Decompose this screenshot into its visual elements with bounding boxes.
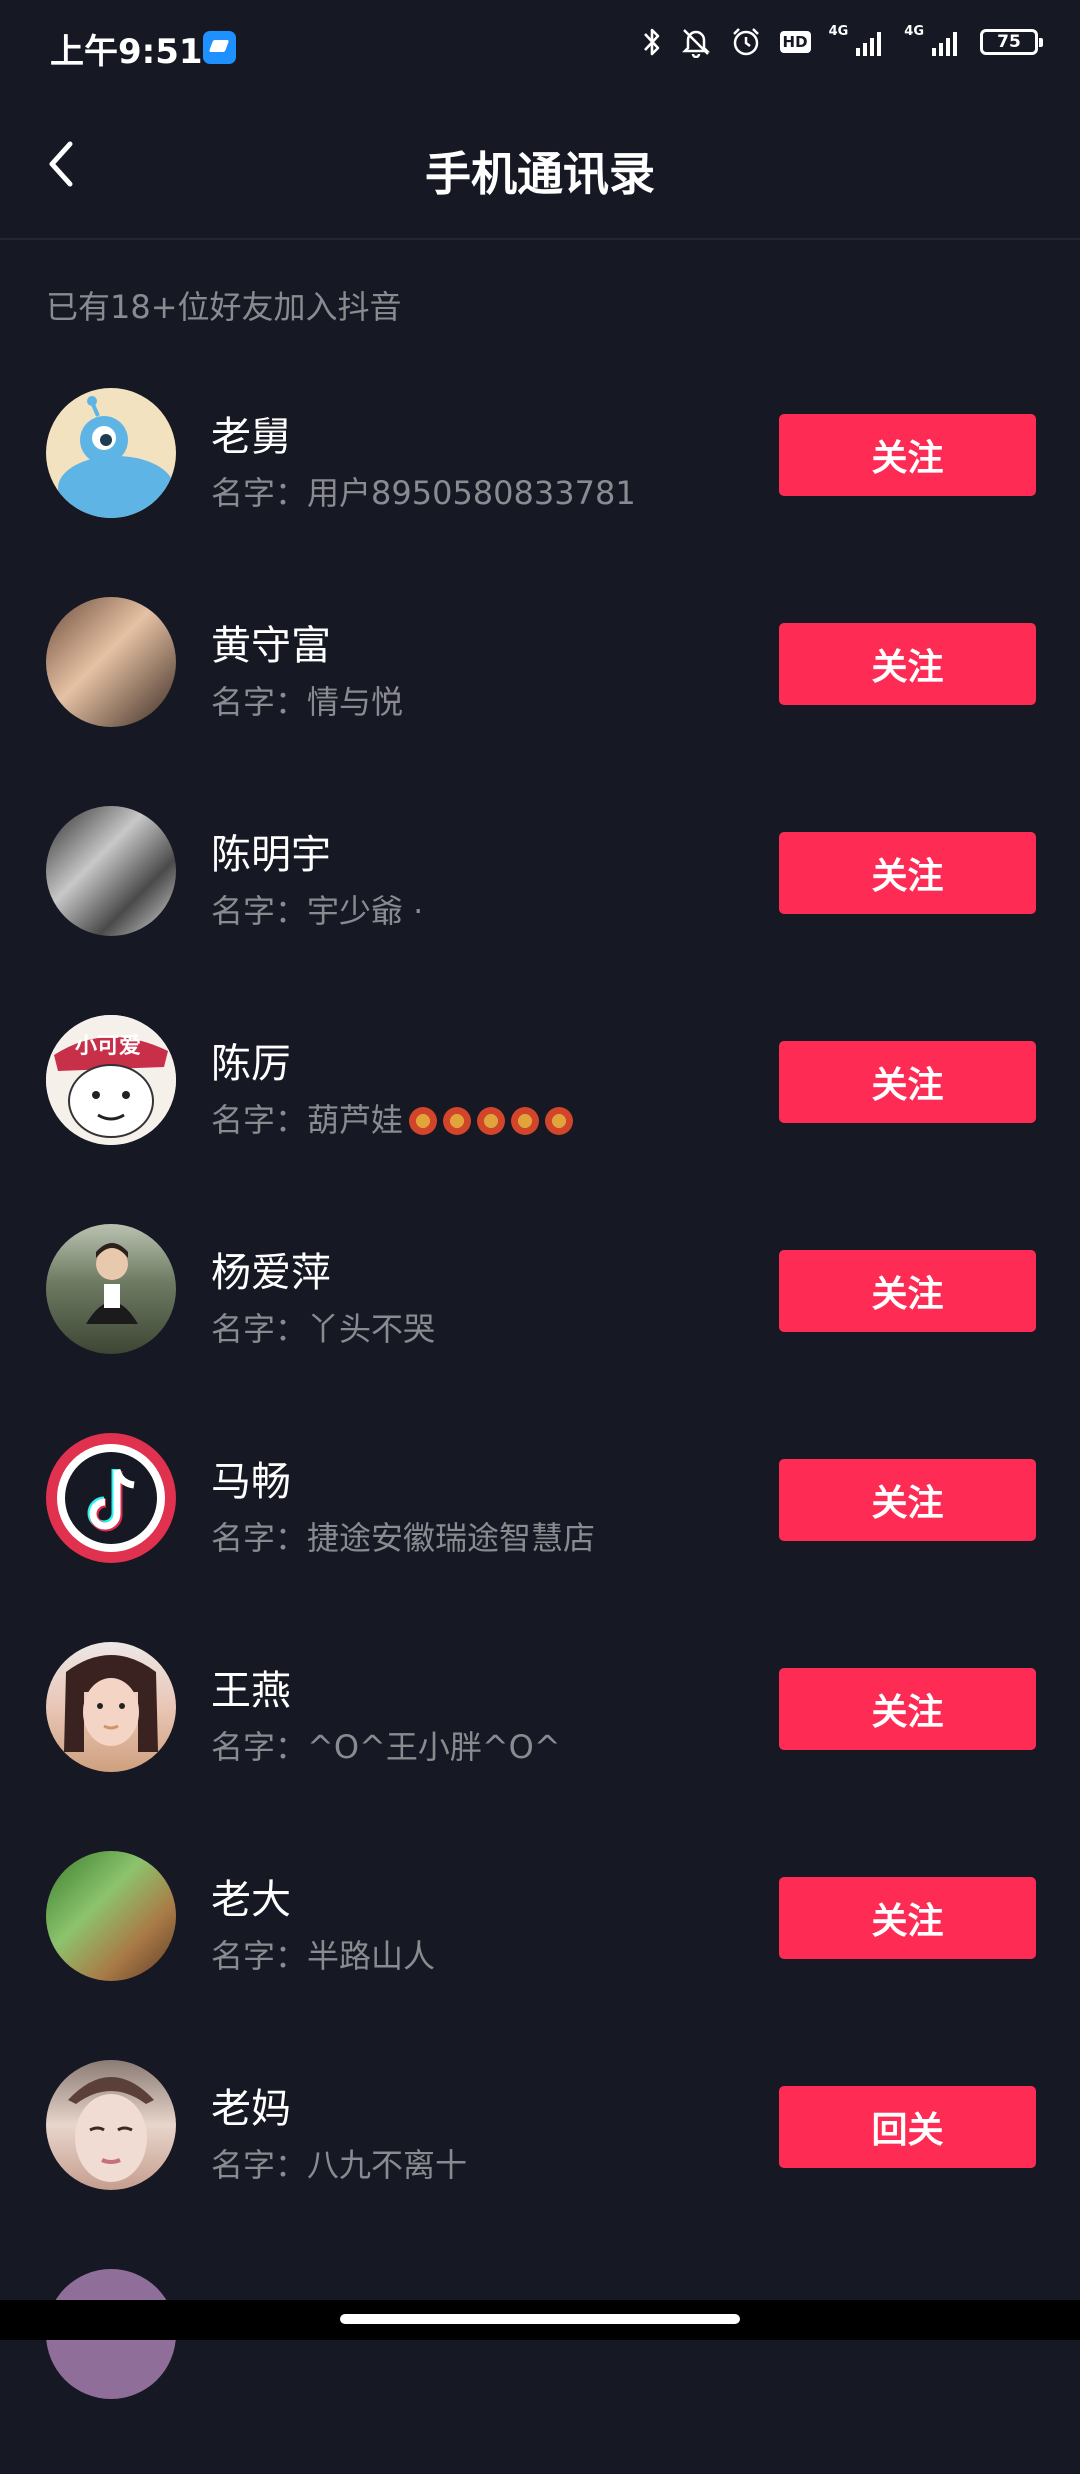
app-notification-icon — [203, 31, 236, 64]
contact-row-partial[interactable] — [0, 2265, 1080, 2474]
contact-nickname: 名字：宇少爺 · — [211, 892, 424, 930]
contact-row[interactable]: 马畅 名字：捷途安徽瑞途智慧店 关注 — [0, 1429, 1080, 1638]
signal-icon-2 — [930, 28, 962, 56]
tiktok-logo-icon — [57, 1444, 165, 1552]
status-time: 上午9:51 — [50, 32, 203, 72]
contact-nickname: 名字：捷途安徽瑞途智慧店 — [211, 1519, 596, 1557]
alarm-icon — [730, 26, 762, 58]
avatar[interactable] — [46, 597, 176, 727]
flower-emoji-icon — [443, 1107, 472, 1135]
follow-button[interactable]: 关注 — [779, 414, 1036, 496]
friends-count-hint: 已有18+位好友加入抖音 — [46, 288, 402, 326]
robot-avatar-image — [58, 396, 174, 518]
avatar[interactable] — [46, 388, 176, 518]
status-bar: 上午9:51 HD 4G 4G 75 — [0, 0, 1080, 96]
flower-emoji-icon — [477, 1107, 506, 1135]
contact-nickname: 名字：情与悦 — [211, 683, 404, 721]
contact-list: 老舅 名字：用户8950580833781 关注 黄守富 名字：情与悦 关注 陈… — [0, 384, 1080, 2474]
follow-button[interactable]: 关注 — [779, 623, 1036, 705]
signal-icon — [854, 28, 886, 56]
follow-button[interactable]: 关注 — [779, 1877, 1036, 1959]
contact-name: 马畅 — [211, 1459, 291, 1505]
follow-button[interactable]: 关注 — [779, 832, 1036, 914]
contact-nickname: 名字：半路山人 — [211, 1937, 436, 1975]
hd-icon: HD — [779, 31, 811, 53]
mute-bell-icon — [680, 26, 712, 58]
avatar-text: 小可爱 — [75, 1034, 141, 1059]
network-type-label: 4G — [828, 24, 849, 39]
contact-name: 杨爱萍 — [211, 1250, 331, 1296]
follow-button[interactable]: 关注 — [779, 1459, 1036, 1541]
contact-row[interactable]: 老大 名字：半路山人 关注 — [0, 1847, 1080, 2056]
follow-button[interactable]: 关注 — [779, 1668, 1036, 1750]
page-title: 手机通讯录 — [425, 147, 655, 201]
battery-icon: 75 — [980, 29, 1043, 55]
avatar[interactable] — [46, 2060, 176, 2190]
contact-name: 黄守富 — [211, 623, 331, 669]
avatar[interactable]: 小可爱 — [46, 1015, 176, 1145]
flower-emoji-icon — [511, 1107, 540, 1135]
person-avatar-image — [86, 1243, 138, 1324]
contact-row[interactable]: 王燕 名字：^O^王小胖^O^ 关注 — [0, 1638, 1080, 1847]
contact-name: 王燕 — [211, 1668, 291, 1714]
bluetooth-icon — [642, 26, 662, 58]
follow-button[interactable]: 关注 — [779, 1041, 1036, 1123]
meme-avatar-image: 小可爱 — [46, 1015, 176, 1145]
contact-row[interactable]: 老妈 名字：八九不离十 回关 — [0, 2056, 1080, 2265]
girl-avatar-image — [64, 1655, 158, 1752]
contact-name: 陈厉 — [211, 1041, 291, 1087]
contact-name: 老舅 — [211, 414, 291, 460]
contact-row[interactable]: 杨爱萍 名字：丫头不哭 关注 — [0, 1220, 1080, 1429]
network-type-label-2: 4G — [904, 24, 924, 39]
avatar[interactable] — [46, 1433, 176, 1563]
avatar[interactable] — [46, 806, 176, 936]
contact-nickname: 名字：葫芦娃 — [211, 1095, 574, 1141]
status-icons: HD 4G 4G 75 — [642, 24, 1043, 58]
contact-row[interactable]: 黄守富 名字：情与悦 关注 — [0, 593, 1080, 802]
contact-nickname: 名字：^O^王小胖^O^ — [211, 1728, 561, 1766]
contact-row[interactable]: 陈明宇 名字：宇少爺 · 关注 — [0, 802, 1080, 1011]
contact-name: 老妈 — [211, 2086, 291, 2132]
child-avatar-image — [68, 2077, 154, 2182]
avatar[interactable] — [46, 1224, 176, 1354]
follow-back-button[interactable]: 回关 — [779, 2086, 1036, 2168]
nav-bar: 手机通讯录 — [0, 96, 1080, 240]
flower-emoji-icon — [545, 1107, 574, 1135]
avatar[interactable] — [46, 1642, 176, 1772]
contact-nickname: 名字：丫头不哭 — [211, 1310, 436, 1348]
flower-emoji-icon — [409, 1107, 438, 1135]
contact-row[interactable]: 小可爱 陈厉 名字：葫芦娃 关注 — [0, 1011, 1080, 1220]
follow-button[interactable]: 关注 — [779, 1250, 1036, 1332]
contact-nickname-text: 名字：葫芦娃 — [211, 1101, 404, 1139]
contact-name: 陈明宇 — [211, 832, 331, 878]
contact-nickname: 名字：用户8950580833781 — [211, 474, 636, 512]
contact-row[interactable]: 老舅 名字：用户8950580833781 关注 — [0, 384, 1080, 593]
home-indicator[interactable] — [340, 2314, 740, 2324]
contact-name: 老大 — [211, 1877, 291, 1923]
avatar[interactable] — [46, 1851, 176, 1981]
contact-nickname: 名字：八九不离十 — [211, 2146, 468, 2184]
